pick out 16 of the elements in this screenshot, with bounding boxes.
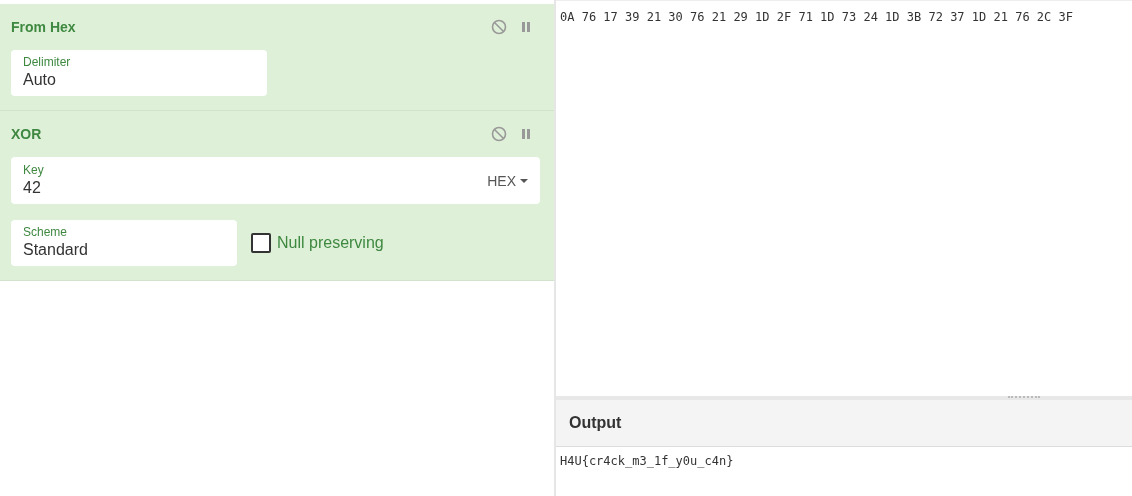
pause-icon[interactable] [521,21,531,33]
checkbox-label[interactable]: Null preserving [277,234,384,252]
output-text: H4U{cr4ck_m3_1f_y0u_c4n} [560,454,734,468]
caret-icon [520,178,528,184]
pause-icon[interactable] [521,128,531,140]
select-field[interactable]: Scheme Standard [11,220,237,266]
disable-icon[interactable] [491,19,507,35]
checkbox[interactable] [251,233,271,253]
select-field[interactable]: Delimiter Auto [11,50,267,96]
input-text: 0A 76 17 39 21 30 76 21 29 1D 2F 71 1D 73 24 1D 3B 72 37 1D 21 76 2C 3F [560,10,1073,24]
key-field[interactable]: Key 42 HEX [11,157,540,204]
format-dropdown[interactable]: HEX [487,173,528,189]
operation-title: XOR [11,126,43,142]
disable-icon[interactable] [491,126,507,142]
output-title: Output [569,414,622,432]
operation-title: From Hex [11,19,77,35]
